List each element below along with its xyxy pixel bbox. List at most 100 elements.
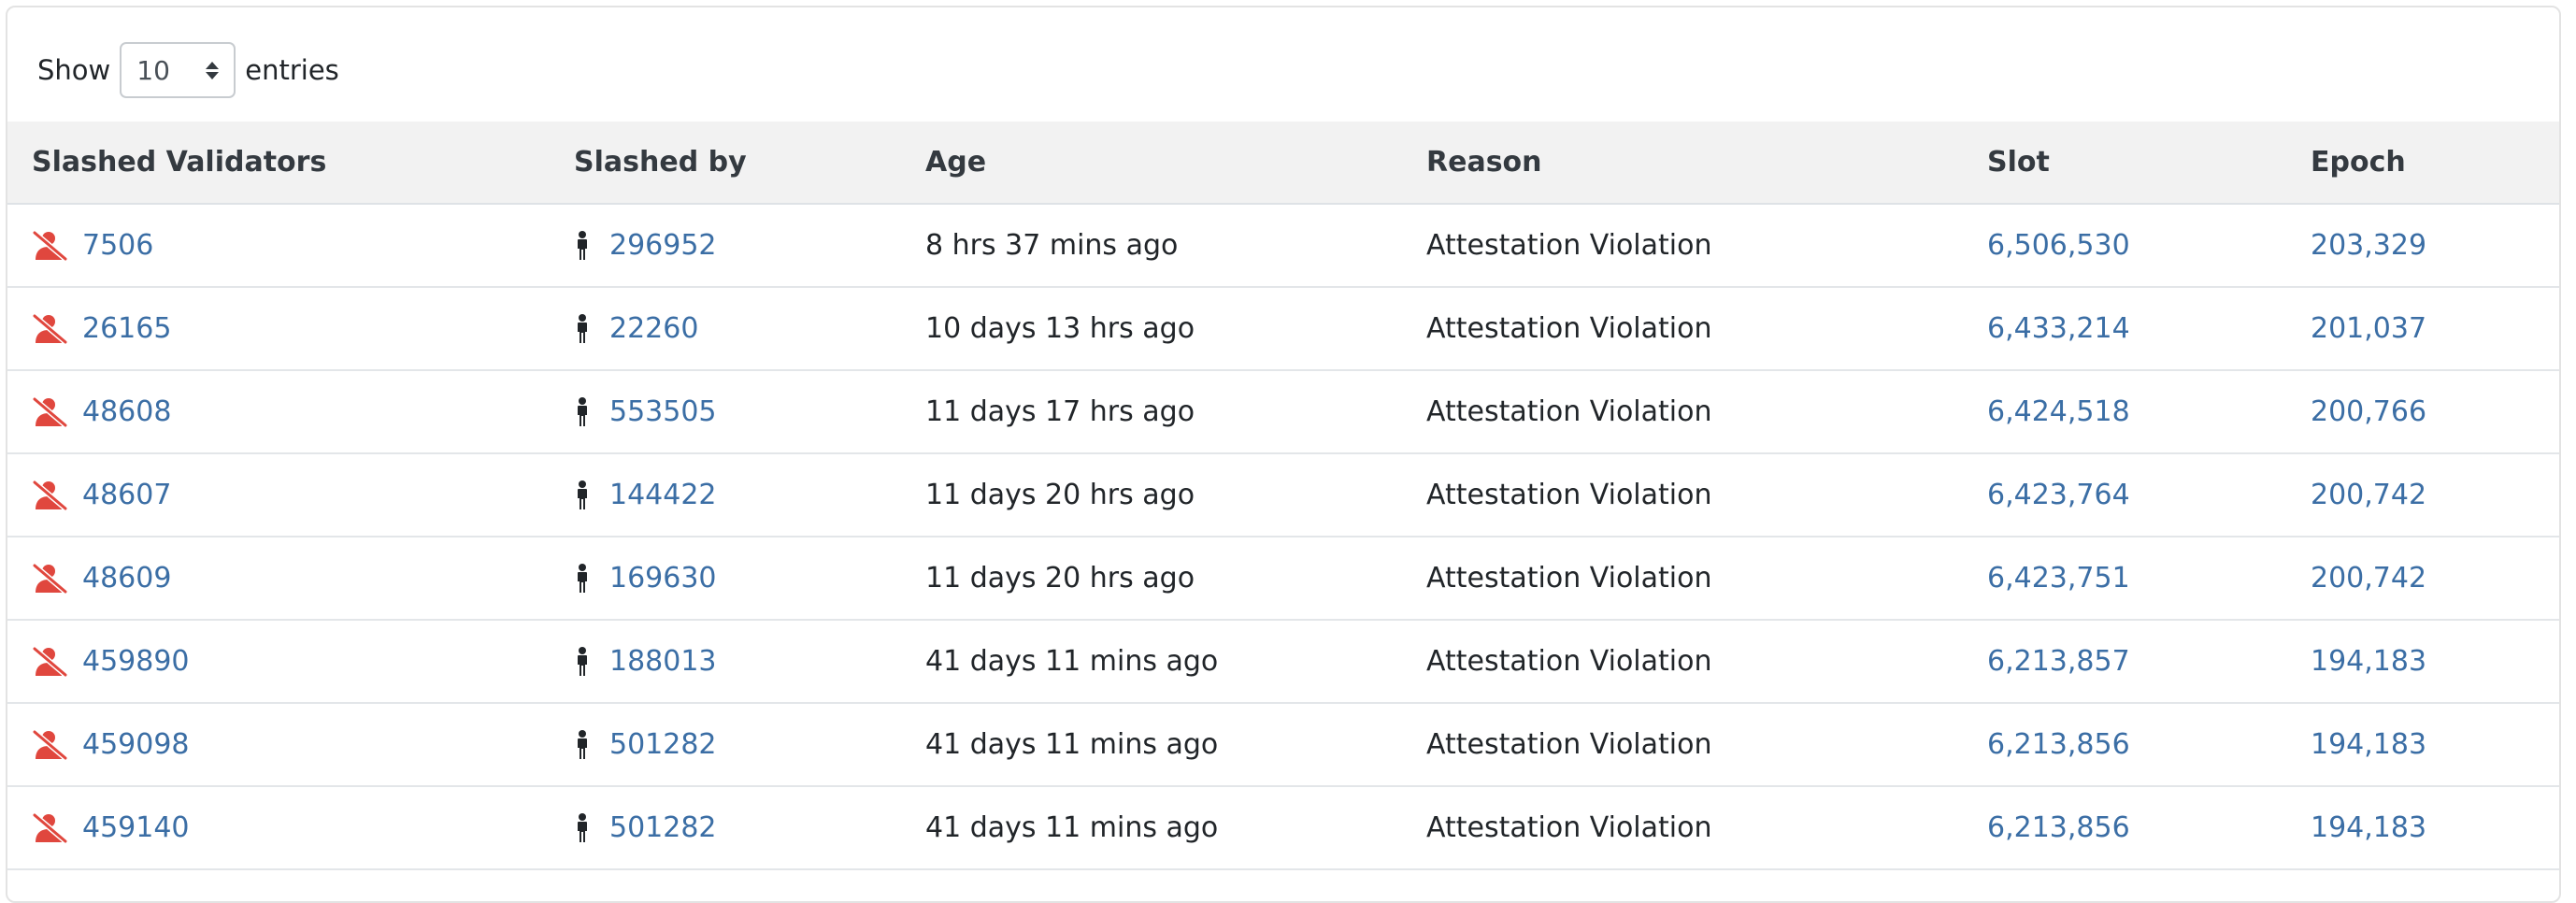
slot-link[interactable]: 6,213,857: [1987, 645, 2130, 678]
slot-cell: 6,506,530: [1963, 204, 2286, 288]
validator-link[interactable]: 459890: [82, 645, 190, 678]
slot-link[interactable]: 6,506,530: [1987, 229, 2130, 262]
validator-cell: 7506: [7, 204, 550, 288]
reason-cell: Attestation Violation: [1402, 453, 1963, 538]
slashed-by-link[interactable]: 188013: [609, 645, 717, 678]
slashed-by-link[interactable]: 553505: [609, 395, 717, 428]
slashed-by-cell: 144422: [550, 453, 901, 538]
epoch-cell: 201,037: [2286, 287, 2559, 371]
slot-link[interactable]: 6,423,751: [1987, 562, 2130, 595]
validator-cell: 48608: [7, 370, 550, 454]
validator-cell: 26165: [7, 287, 550, 371]
male-person-icon: [576, 230, 589, 261]
epoch-link[interactable]: 200,742: [2311, 479, 2426, 511]
slashed-by-link[interactable]: 501282: [609, 728, 717, 761]
slot-link[interactable]: 6,213,856: [1987, 728, 2130, 761]
entries-length-control: Show 10 entries: [37, 38, 339, 102]
epoch-link[interactable]: 200,742: [2311, 562, 2426, 595]
table-row: 7506 296952 8 hrs 37 mins ago Attestatio…: [7, 204, 2559, 288]
validator-link[interactable]: 26165: [82, 312, 171, 345]
epoch-cell: 200,742: [2286, 453, 2559, 538]
column-header-slashed-validators[interactable]: Slashed Validators: [7, 122, 550, 204]
male-person-icon: [576, 646, 589, 677]
slashed-by-link[interactable]: 169630: [609, 562, 717, 595]
user-slash-icon: [32, 229, 67, 262]
validator-cell: 459098: [7, 703, 550, 787]
slot-link[interactable]: 6,433,214: [1987, 312, 2130, 345]
male-person-icon: [576, 396, 589, 427]
entries-per-page-select[interactable]: 10: [120, 42, 236, 98]
table-row: 459098 501282 41 days 11 mins ago Attest…: [7, 703, 2559, 787]
slashed-by-cell: 296952: [550, 204, 901, 288]
age-cell: 11 days 17 hrs ago: [901, 370, 1402, 454]
page: Show 10 entries Slashed Validators Slash…: [0, 0, 2576, 903]
slashed-by-cell: 188013: [550, 620, 901, 704]
epoch-link[interactable]: 194,183: [2311, 645, 2426, 678]
slashed-validators-table: Slashed Validators Slashed by Age Reason…: [7, 122, 2559, 870]
slashed-by-link[interactable]: 22260: [609, 312, 698, 345]
slashed-by-cell: 22260: [550, 287, 901, 371]
user-slash-icon: [32, 728, 67, 761]
slot-link[interactable]: 6,423,764: [1987, 479, 2130, 511]
reason-cell: Attestation Violation: [1402, 620, 1963, 704]
epoch-cell: 194,183: [2286, 786, 2559, 870]
age-cell: 11 days 20 hrs ago: [901, 537, 1402, 621]
slot-link[interactable]: 6,213,856: [1987, 811, 2130, 844]
column-header-age[interactable]: Age: [901, 122, 1402, 204]
epoch-cell: 194,183: [2286, 620, 2559, 704]
age-cell: 41 days 11 mins ago: [901, 703, 1402, 787]
male-person-icon: [576, 563, 589, 594]
validator-cell: 459890: [7, 620, 550, 704]
entries-label: entries: [245, 54, 339, 86]
epoch-link[interactable]: 201,037: [2311, 312, 2426, 345]
slashed-by-cell: 501282: [550, 703, 901, 787]
validator-cell: 48609: [7, 537, 550, 621]
epoch-cell: 203,329: [2286, 204, 2559, 288]
table-row: 48608 553505 11 days 17 hrs ago Attestat…: [7, 370, 2559, 454]
user-slash-icon: [32, 479, 67, 511]
age-cell: 10 days 13 hrs ago: [901, 287, 1402, 371]
reason-cell: Attestation Violation: [1402, 703, 1963, 787]
epoch-link[interactable]: 194,183: [2311, 728, 2426, 761]
table-row: 48607 144422 11 days 20 hrs ago Attestat…: [7, 453, 2559, 538]
slashed-by-link[interactable]: 296952: [609, 229, 717, 262]
validator-link[interactable]: 48609: [82, 562, 171, 595]
column-header-slot[interactable]: Slot: [1963, 122, 2286, 204]
table-header-row: Slashed Validators Slashed by Age Reason…: [7, 122, 2559, 204]
user-slash-icon: [32, 395, 67, 428]
sort-caret-icon: [206, 61, 220, 79]
slot-cell: 6,423,764: [1963, 453, 2286, 538]
column-header-epoch[interactable]: Epoch: [2286, 122, 2559, 204]
epoch-link[interactable]: 200,766: [2311, 395, 2426, 428]
age-cell: 41 days 11 mins ago: [901, 786, 1402, 870]
slashings-card: Show 10 entries Slashed Validators Slash…: [6, 6, 2561, 903]
validator-link[interactable]: 48607: [82, 479, 171, 511]
age-cell: 11 days 20 hrs ago: [901, 453, 1402, 538]
slashed-by-link[interactable]: 501282: [609, 811, 717, 844]
user-slash-icon: [32, 811, 67, 844]
slot-cell: 6,213,856: [1963, 703, 2286, 787]
validator-link[interactable]: 48608: [82, 395, 171, 428]
reason-cell: Attestation Violation: [1402, 537, 1963, 621]
slot-cell: 6,213,856: [1963, 786, 2286, 870]
column-header-slashed-by[interactable]: Slashed by: [550, 122, 901, 204]
user-slash-icon: [32, 562, 67, 595]
epoch-cell: 200,742: [2286, 537, 2559, 621]
slot-cell: 6,424,518: [1963, 370, 2286, 454]
table-row: 459140 501282 41 days 11 mins ago Attest…: [7, 786, 2559, 870]
validator-link[interactable]: 7506: [82, 229, 153, 262]
slot-link[interactable]: 6,424,518: [1987, 395, 2130, 428]
reason-cell: Attestation Violation: [1402, 287, 1963, 371]
column-header-reason[interactable]: Reason: [1402, 122, 1963, 204]
epoch-link[interactable]: 194,183: [2311, 811, 2426, 844]
validator-link[interactable]: 459140: [82, 811, 190, 844]
reason-cell: Attestation Violation: [1402, 370, 1963, 454]
epoch-link[interactable]: 203,329: [2311, 229, 2426, 262]
slot-cell: 6,423,751: [1963, 537, 2286, 621]
slot-cell: 6,213,857: [1963, 620, 2286, 704]
slashed-by-link[interactable]: 144422: [609, 479, 717, 511]
slashed-by-cell: 501282: [550, 786, 901, 870]
male-person-icon: [576, 729, 589, 760]
age-cell: 41 days 11 mins ago: [901, 620, 1402, 704]
validator-link[interactable]: 459098: [82, 728, 190, 761]
